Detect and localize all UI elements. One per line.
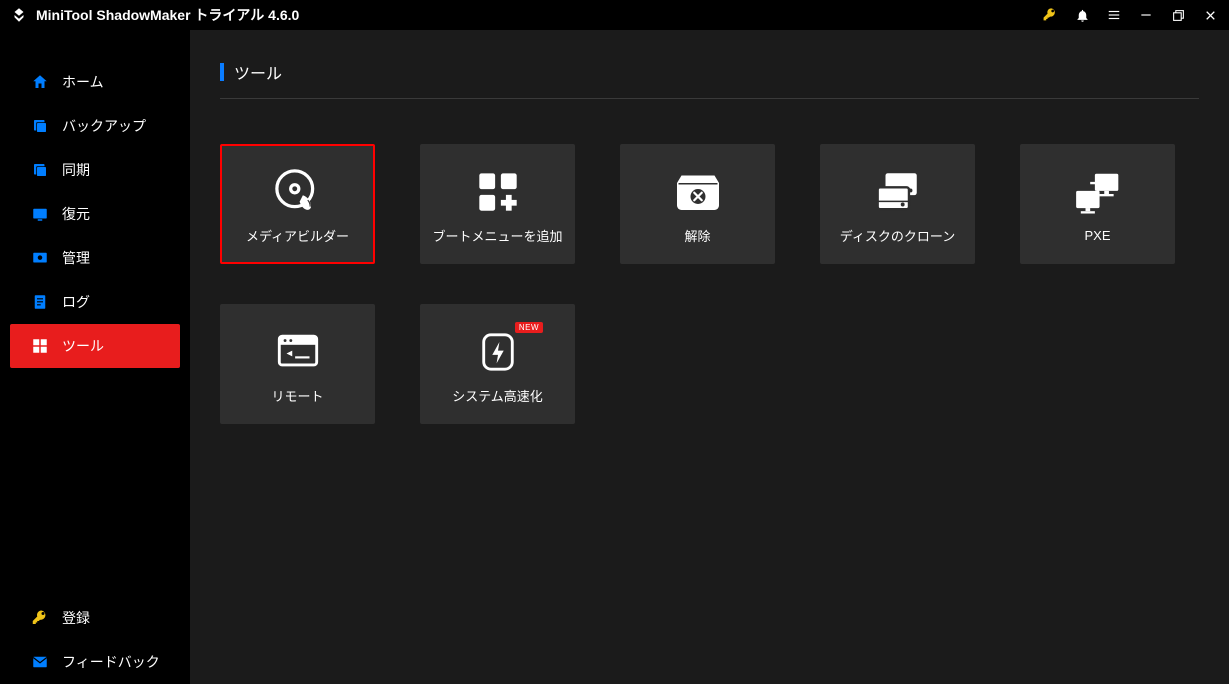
sidebar: ホーム バックアップ 同期 復元 管理 xyxy=(0,30,190,684)
sync-icon xyxy=(30,160,50,180)
tool-card-label: 解除 xyxy=(684,226,710,245)
minimize-icon[interactable] xyxy=(1137,6,1155,24)
log-icon xyxy=(30,292,50,312)
sidebar-item-sync[interactable]: 同期 xyxy=(0,148,190,192)
sidebar-item-restore[interactable]: 復元 xyxy=(0,192,190,236)
maximize-icon[interactable] xyxy=(1169,6,1187,24)
sidebar-item-label: ログ xyxy=(62,292,90,312)
media-builder-icon xyxy=(272,164,324,220)
sidebar-item-register[interactable]: 登録 xyxy=(0,596,190,640)
register-key-icon xyxy=(30,608,50,628)
tool-cards: メディアビルダー ブートメニューを追加 xyxy=(220,144,1199,424)
pxe-icon xyxy=(1073,166,1123,222)
sidebar-item-label: 管理 xyxy=(62,248,90,268)
sidebar-item-label: 同期 xyxy=(62,160,90,180)
tool-card-media-builder[interactable]: メディアビルダー xyxy=(220,144,375,264)
remote-icon xyxy=(275,324,321,380)
titlebar: MiniTool ShadowMaker トライアル 4.6.0 xyxy=(0,0,1229,30)
tool-card-system-accelerate[interactable]: NEW システム高速化 xyxy=(420,304,575,424)
close-icon[interactable] xyxy=(1201,6,1219,24)
sidebar-item-label: ホーム xyxy=(62,72,104,92)
sidebar-item-label: フィードバック xyxy=(62,652,160,672)
backup-icon xyxy=(30,116,50,136)
main-header: ツール xyxy=(220,60,1199,99)
sidebar-item-feedback[interactable]: フィードバック xyxy=(0,640,190,684)
sidebar-item-manage[interactable]: 管理 xyxy=(0,236,190,280)
tool-card-label: ディスクのクローン xyxy=(840,226,955,245)
tool-card-label: リモート xyxy=(271,386,323,405)
page-title: ツール xyxy=(234,60,282,84)
tool-card-label: ブートメニューを追加 xyxy=(432,226,562,245)
menu-icon[interactable] xyxy=(1105,6,1123,24)
tools-icon xyxy=(30,336,50,356)
sidebar-item-label: 復元 xyxy=(62,204,90,224)
sidebar-item-label: ツール xyxy=(62,336,104,356)
boot-menu-icon xyxy=(475,164,521,220)
header-accent xyxy=(220,63,224,81)
feedback-mail-icon xyxy=(30,652,50,672)
tool-card-disk-clone[interactable]: ディスクのクローン xyxy=(820,144,975,264)
sidebar-item-label: 登録 xyxy=(62,608,90,628)
sidebar-item-log[interactable]: ログ xyxy=(0,280,190,324)
accelerate-icon xyxy=(479,324,517,380)
home-icon xyxy=(30,72,50,92)
main-content: ツール メディアビルダー xyxy=(190,30,1229,684)
sidebar-item-home[interactable]: ホーム xyxy=(0,60,190,104)
app-logo-icon xyxy=(10,6,28,24)
tool-card-dismount[interactable]: 解除 xyxy=(620,144,775,264)
tool-card-remote[interactable]: リモート xyxy=(220,304,375,424)
tool-card-label: メディアビルダー xyxy=(246,226,349,245)
sidebar-item-label: バックアップ xyxy=(62,116,146,136)
sidebar-item-tools[interactable]: ツール xyxy=(10,324,180,368)
window-title: MiniTool ShadowMaker トライアル 4.6.0 xyxy=(36,5,299,25)
restore-icon xyxy=(30,204,50,224)
tool-card-label: システム高速化 xyxy=(452,386,543,405)
license-key-icon[interactable] xyxy=(1041,6,1059,24)
sidebar-item-backup[interactable]: バックアップ xyxy=(0,104,190,148)
disk-clone-icon xyxy=(873,164,923,220)
manage-icon xyxy=(30,248,50,268)
notification-icon[interactable] xyxy=(1073,6,1091,24)
new-badge: NEW xyxy=(515,322,543,333)
tool-card-pxe[interactable]: PXE xyxy=(1020,144,1175,264)
dismount-icon xyxy=(674,164,722,220)
tool-card-label: PXE xyxy=(1084,228,1110,243)
tool-card-add-boot-menu[interactable]: ブートメニューを追加 xyxy=(420,144,575,264)
window-controls xyxy=(1041,6,1219,24)
